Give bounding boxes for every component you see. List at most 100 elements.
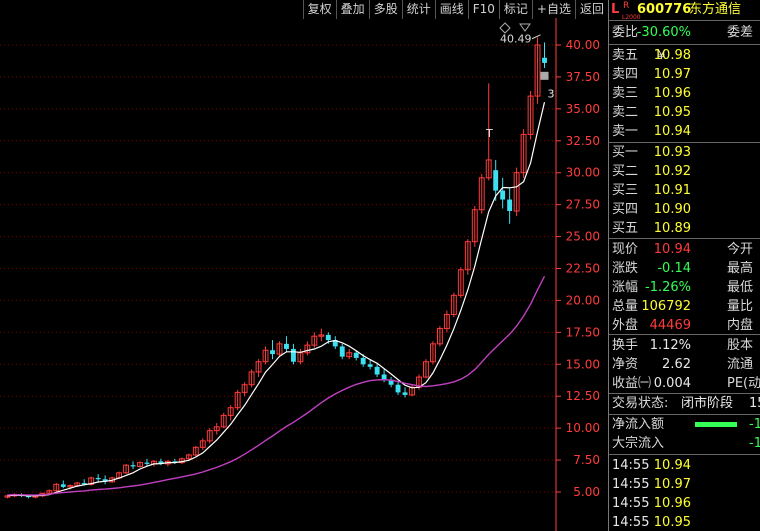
flow-label: 大宗流入 — [612, 436, 665, 451]
candle-body — [367, 364, 373, 367]
y-tick-label: 7.50 — [573, 453, 600, 467]
sells-price: 10.97 — [653, 67, 691, 82]
y-tick-label: 12.50 — [566, 389, 600, 403]
candle — [262, 346, 269, 365]
fund-row: 净资 2.62 流通 — [609, 355, 760, 374]
trade-status-value: 闭市阶段 — [681, 396, 734, 411]
y-tick-label: 15.00 — [566, 357, 600, 371]
fund-row: 换手 1.12% 股本 — [609, 336, 760, 355]
tick-row[interactable]: 14:55 10.95 — [609, 513, 760, 531]
toolbar-button-0[interactable]: 复权 — [302, 0, 336, 19]
candle — [542, 42, 547, 68]
y-tick-label: 40.00 — [566, 38, 600, 52]
y-tick-label: 10.00 — [566, 421, 600, 435]
sells-label: 卖一 — [612, 124, 639, 139]
weibi-value: -30.60% — [636, 25, 691, 40]
candle-body — [381, 374, 387, 380]
candle — [423, 359, 429, 379]
candle-body — [339, 346, 345, 357]
fund-value: 0.004 — [653, 376, 691, 391]
fund-value: 2.62 — [662, 357, 691, 372]
divider — [609, 44, 760, 45]
quote-label2: 最低 — [727, 280, 754, 295]
toolbar-button-3[interactable]: 统计 — [401, 0, 435, 19]
quote-row: 涨幅 -1.26% 最低 — [609, 278, 760, 297]
candle-body — [60, 484, 66, 487]
candle-body — [95, 477, 101, 480]
tick-time: 14:55 — [612, 458, 650, 473]
candle — [388, 377, 394, 388]
y-tick-label: 30.00 — [566, 166, 600, 180]
quote-value: 10.94 — [653, 242, 691, 257]
divider — [609, 454, 760, 455]
quote-label2: 量比 — [727, 299, 754, 314]
kline-chart[interactable]: 40.00 37.50 35.00 32.50 30.00 27.50 25.00 22.50… — [0, 0, 608, 531]
toolbar-button-6[interactable]: 标记 — [498, 0, 532, 19]
toolbar-button-8[interactable]: 返回 — [574, 0, 608, 19]
candle — [137, 461, 143, 468]
candle — [346, 348, 353, 360]
quote-value: -1.26% — [645, 280, 691, 295]
candle — [276, 341, 283, 357]
candle — [130, 461, 136, 470]
divider — [609, 20, 760, 21]
quote-label2: 最高 — [727, 261, 754, 276]
candle — [248, 369, 255, 388]
high-price-label: 40.49 — [500, 33, 532, 46]
candle — [471, 205, 478, 247]
sells-label: 卖五 — [612, 48, 639, 63]
trade-status-suffix: 15 — [749, 396, 760, 411]
candle — [402, 387, 408, 398]
buys-label: 买四 — [612, 202, 639, 217]
sells-label: 卖四 — [612, 67, 639, 82]
tick-row[interactable]: 14:55 10.96 — [609, 494, 760, 513]
candle — [457, 267, 464, 298]
y-tick-label: 25.00 — [566, 230, 600, 244]
candle — [241, 382, 248, 397]
toolbar-button-7[interactable]: +自选 — [531, 0, 575, 19]
candle — [192, 446, 199, 457]
tick-price: 10.95 — [653, 515, 691, 530]
level-badge-l: L — [611, 2, 620, 17]
candle-body — [130, 465, 136, 467]
current-marker — [540, 71, 549, 80]
fund-label2: 股本 — [727, 338, 754, 353]
candle-body — [284, 343, 289, 349]
stock-name: 东方通信 — [689, 2, 742, 17]
quote-label: 涨跌 — [612, 261, 639, 276]
toolbar-button-1[interactable]: 叠加 — [335, 0, 369, 19]
toolbar-button-4[interactable]: 画线 — [434, 0, 468, 19]
y-tick-label: 20.00 — [566, 293, 600, 307]
tick-time: 14:55 — [612, 496, 650, 511]
diamond-icon[interactable] — [499, 22, 511, 34]
quote-label: 总量 — [612, 299, 639, 314]
y-tick-label: 32.50 — [566, 134, 600, 148]
toolbar-button-5[interactable]: F10 — [467, 0, 499, 19]
quote-label: 外盘 — [612, 318, 639, 333]
candle — [534, 37, 541, 104]
tick-row[interactable]: 14:55 10.97 — [609, 475, 760, 494]
divider — [609, 238, 760, 239]
quote-row: 外盘 44469 内盘 — [609, 316, 760, 335]
candle — [123, 463, 129, 475]
candle-body — [542, 57, 547, 63]
candle — [436, 325, 443, 347]
ma-short-line — [7, 102, 546, 497]
tick-row[interactable]: 14:55 10.94 — [609, 456, 760, 475]
candle — [513, 167, 520, 217]
flow-bar — [695, 422, 737, 427]
fund-label2: 流通 — [727, 357, 754, 372]
sells-price: 10.94 — [653, 124, 691, 139]
sells-price: 10.95 — [653, 105, 691, 120]
triangle-down-icon[interactable] — [519, 23, 531, 32]
kline-chart-canvas[interactable]: 40.0037.5035.0032.5030.0027.5025.0022.50… — [0, 0, 608, 531]
quote-row: 现价 10.94 今开 — [609, 240, 760, 259]
candle — [450, 292, 457, 318]
fund-label2: PE(动 — [727, 376, 760, 391]
candle-body — [493, 170, 499, 191]
tick-price: 10.94 — [653, 458, 691, 473]
y-tick-label: 22.50 — [566, 262, 600, 276]
toolbar-button-2[interactable]: 多股 — [368, 0, 402, 19]
candle — [60, 480, 66, 489]
fund-label: 换手 — [612, 338, 639, 353]
